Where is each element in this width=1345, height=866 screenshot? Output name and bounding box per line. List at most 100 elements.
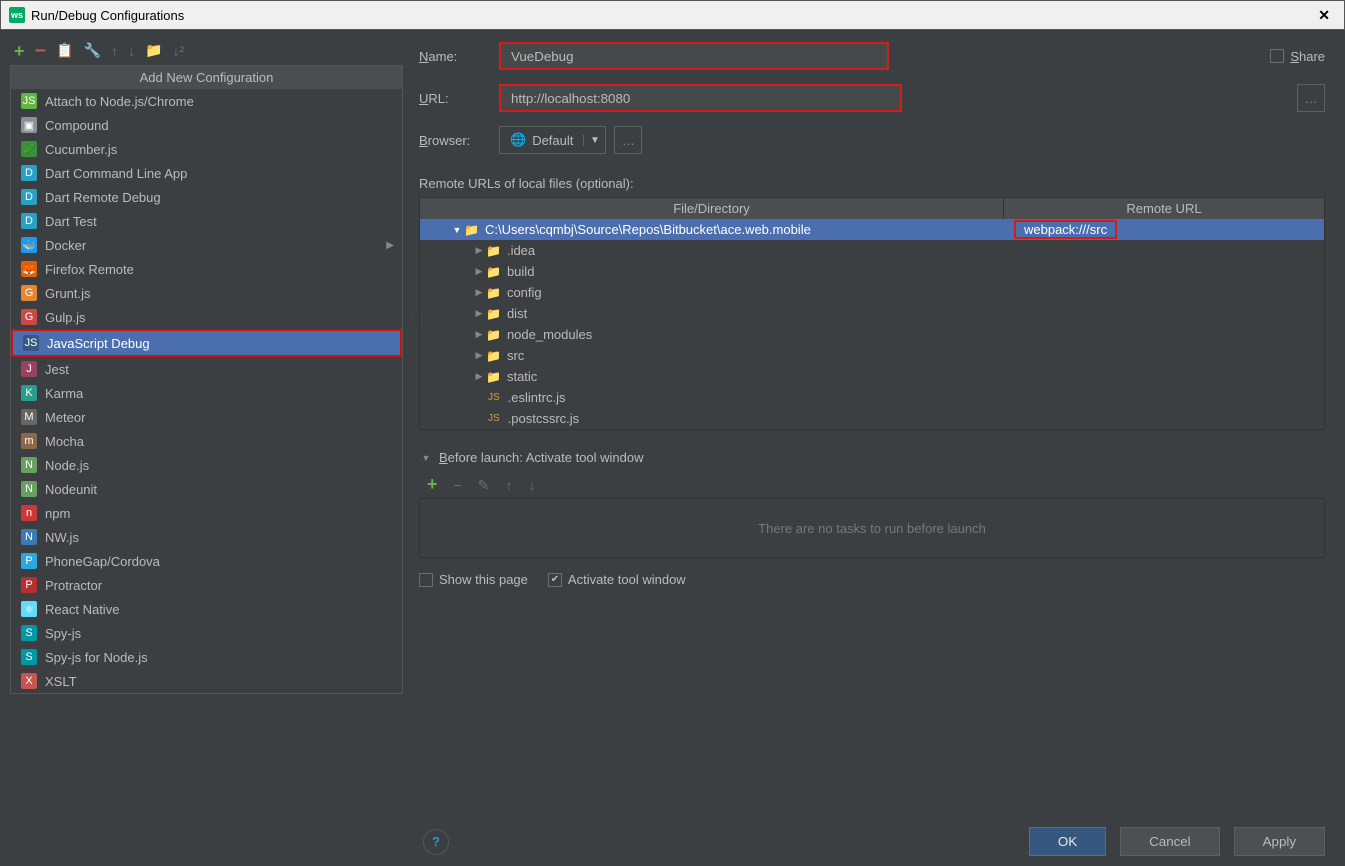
config-item-nw-js[interactable]: NNW.js	[11, 525, 402, 549]
bl-down-icon[interactable]: ↓	[528, 477, 535, 494]
config-item-javascript-debug[interactable]: JSJavaScript Debug	[11, 329, 402, 357]
activate-window-checkbox[interactable]: ✔Activate tool window	[548, 572, 686, 587]
config-label: Dart Command Line App	[45, 166, 187, 181]
bl-edit-icon[interactable]: ✎	[478, 477, 490, 494]
browser-more-button[interactable]: …	[614, 126, 642, 154]
config-item-npm[interactable]: nnpm	[11, 501, 402, 525]
copy-icon[interactable]: 📋	[56, 42, 73, 59]
config-label: JavaScript Debug	[47, 336, 150, 351]
apply-button[interactable]: Apply	[1234, 827, 1325, 856]
config-icon: N	[21, 457, 37, 473]
expand-icon[interactable]: ▶	[472, 266, 486, 277]
show-page-checkbox[interactable]: Show this page	[419, 572, 528, 587]
folder-icon[interactable]: 📁	[145, 42, 162, 59]
before-launch-header: Before launch: Activate tool window	[439, 450, 644, 465]
tree-row[interactable]: ▶📁src	[420, 345, 1324, 366]
config-item-compound[interactable]: ▣Compound	[11, 113, 402, 137]
help-button[interactable]: ?	[423, 829, 449, 855]
folder-icon: 📁	[486, 265, 501, 279]
tree-row[interactable]: ▶📁dist	[420, 303, 1324, 324]
remote-url-value[interactable]: webpack:///src	[1014, 220, 1117, 239]
tree-row[interactable]: JS.eslintrc.js	[420, 387, 1324, 408]
expand-icon[interactable]: ▶	[472, 350, 486, 361]
tree-row[interactable]: ▶📁node_modules	[420, 324, 1324, 345]
share-checkbox[interactable]: Share	[1270, 49, 1325, 64]
expand-icon[interactable]: ▶	[472, 308, 486, 319]
show-page-label: Show this page	[439, 572, 528, 587]
collapse-gutter-icon[interactable]: ⋮⋮	[408, 314, 426, 325]
expand-icon[interactable]: ▶	[472, 371, 486, 382]
folder-icon: 📁	[486, 244, 501, 258]
config-item-nodeunit[interactable]: NNodeunit	[11, 477, 402, 501]
tree-root-row[interactable]: ▼📁C:\Users\cqmbj\Source\Repos\Bitbucket\…	[420, 219, 1324, 240]
tree-row[interactable]: ▶📁build	[420, 261, 1324, 282]
config-icon: P	[21, 553, 37, 569]
config-icon: G	[21, 309, 37, 325]
config-item-protractor[interactable]: PProtractor	[11, 573, 402, 597]
config-item-firefox-remote[interactable]: 🦊Firefox Remote	[11, 257, 402, 281]
url-more-button[interactable]: …	[1297, 84, 1325, 112]
tree-row[interactable]: ▶📁static	[420, 366, 1324, 387]
config-icon: P	[21, 577, 37, 593]
config-icon: JS	[21, 93, 37, 109]
config-icon: m	[21, 433, 37, 449]
config-item-jest[interactable]: JJest	[11, 357, 402, 381]
up-icon[interactable]: ↑	[111, 43, 118, 59]
config-item-dart-test[interactable]: DDart Test	[11, 209, 402, 233]
expand-icon[interactable]: ▶	[472, 245, 486, 256]
remove-icon[interactable]: −	[35, 45, 47, 57]
ok-button[interactable]: OK	[1029, 827, 1106, 856]
collapse-icon[interactable]: ▼	[419, 453, 433, 463]
config-item-gulp-js[interactable]: GGulp.js	[11, 305, 402, 329]
expand-icon[interactable]: ▶	[472, 329, 486, 340]
name-input[interactable]	[499, 42, 889, 70]
bl-remove-icon[interactable]: −	[454, 477, 462, 494]
config-item-cucumber-js[interactable]: 🥒Cucumber.js	[11, 137, 402, 161]
close-icon[interactable]: ✕	[1312, 7, 1336, 24]
config-item-react-native[interactable]: ⚛React Native	[11, 597, 402, 621]
config-item-phonegap-cordova[interactable]: PPhoneGap/Cordova	[11, 549, 402, 573]
config-icon: J	[21, 361, 37, 377]
tree-row[interactable]: JS.postcssrc.js	[420, 408, 1324, 429]
config-label: Mocha	[45, 434, 84, 449]
settings-icon[interactable]: 🔧	[84, 42, 101, 59]
config-item-dart-command-line-app[interactable]: D Dart Command Line App	[11, 161, 402, 185]
browser-select[interactable]: 🌐Default ▼	[499, 126, 606, 154]
bl-up-icon[interactable]: ↑	[505, 477, 512, 494]
config-icon: N	[21, 529, 37, 545]
config-item-meteor[interactable]: MMeteor	[11, 405, 402, 429]
cancel-button[interactable]: Cancel	[1120, 827, 1220, 856]
config-list-header: Add New Configuration	[11, 66, 402, 89]
config-item-spy-js[interactable]: SSpy-js	[11, 621, 402, 645]
config-item-spy-js-for-node-js[interactable]: SSpy-js for Node.js	[11, 645, 402, 669]
tree-row[interactable]: ▶📁config	[420, 282, 1324, 303]
down-icon[interactable]: ↓	[128, 43, 135, 59]
config-icon: D	[21, 165, 37, 181]
config-icon: S	[21, 625, 37, 641]
browser-value: Default	[532, 133, 573, 148]
add-icon[interactable]: +	[14, 44, 25, 58]
col-file: File/Directory	[420, 198, 1004, 219]
sort-icon[interactable]: ↓²	[173, 43, 185, 59]
bl-add-icon[interactable]: +	[427, 477, 438, 494]
tree-item-label: static	[507, 369, 537, 384]
expand-icon[interactable]: ▼	[450, 225, 464, 235]
expand-icon[interactable]: ▶	[472, 287, 486, 298]
sidebar-toolbar: + − 📋 🔧 ↑ ↓ 📁 ↓²	[10, 38, 403, 65]
config-icon: ▣	[21, 117, 37, 133]
config-item-mocha[interactable]: m Mocha	[11, 429, 402, 453]
folder-icon: 📁	[486, 328, 501, 342]
config-item-dart-remote-debug[interactable]: DDart Remote Debug	[11, 185, 402, 209]
config-item-grunt-js[interactable]: GGrunt.js	[11, 281, 402, 305]
config-icon: 🦊	[21, 261, 37, 277]
root-path-label: C:\Users\cqmbj\Source\Repos\Bitbucket\ac…	[485, 222, 811, 237]
url-input[interactable]	[499, 84, 902, 112]
config-icon: G	[21, 285, 37, 301]
config-item-attach-to-node-js-chrome[interactable]: JSAttach to Node.js/Chrome	[11, 89, 402, 113]
config-item-xslt[interactable]: XXSLT	[11, 669, 402, 693]
activate-label: Activate tool window	[568, 572, 686, 587]
config-item-docker[interactable]: 🐳Docker▶	[11, 233, 402, 257]
tree-row[interactable]: ▶📁.idea	[420, 240, 1324, 261]
config-item-karma[interactable]: KKarma	[11, 381, 402, 405]
config-item-node-js[interactable]: NNode.js	[11, 453, 402, 477]
